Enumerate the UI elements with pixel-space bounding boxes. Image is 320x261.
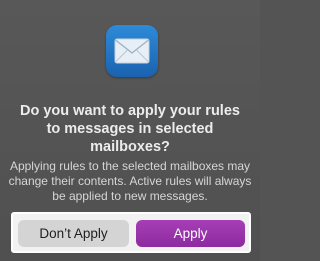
alert-dialog: Do you want to apply your rules to messa… [0, 0, 260, 261]
dialog-message: Applying rules to the selected mailboxes… [8, 159, 252, 203]
mail-icon [106, 25, 158, 77]
dialog-title: Do you want to apply your rules to messa… [20, 103, 240, 155]
apply-button[interactable]: Apply [136, 220, 245, 247]
button-bar: Don’t Apply Apply [11, 212, 251, 253]
dont-apply-button[interactable]: Don’t Apply [18, 220, 129, 247]
